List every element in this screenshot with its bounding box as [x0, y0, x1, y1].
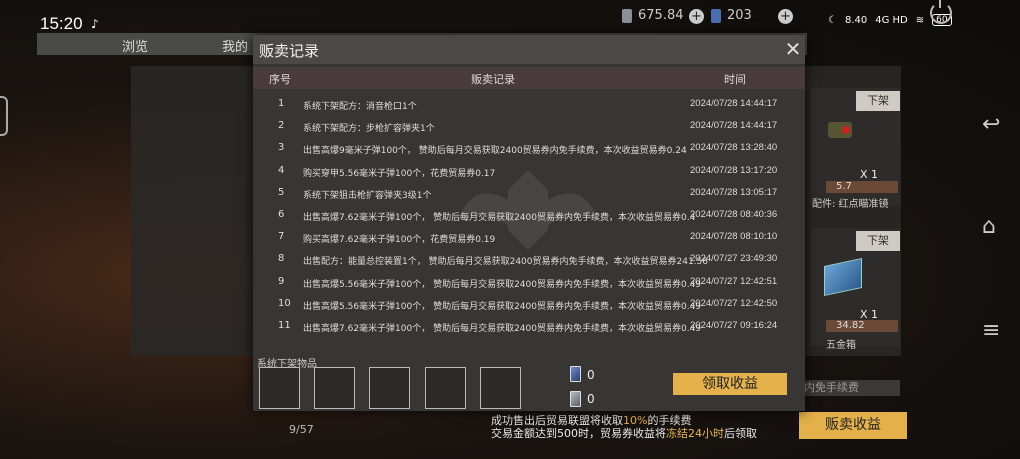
- row-no: 2: [278, 120, 285, 132]
- delist-button-2[interactable]: 下架: [856, 231, 900, 251]
- menu-icon[interactable]: ≡: [982, 318, 1000, 343]
- side-drawer-handle[interactable]: [0, 96, 8, 136]
- row-time: 2024/07/28 14:44:17: [690, 98, 778, 109]
- table-row: 5 系统下架狙击枪扩容弹夹3级1个 2024/07/28 13:05:17: [253, 182, 805, 204]
- wifi-icon: ≋: [915, 14, 925, 26]
- row-time: 2024/07/27 09:16:24: [690, 320, 778, 331]
- signal-label: 4G HD: [875, 14, 908, 26]
- delisted-slot-3[interactable]: [369, 367, 410, 409]
- delisted-slot-5[interactable]: [480, 367, 521, 409]
- row-no: 8: [278, 253, 285, 265]
- silver-coupon-icon: [622, 8, 632, 23]
- table-row: 3 出售高爆9毫米子弹100个， 赞助后每月交易获取2400贸易券内免手续费，本次…: [253, 137, 805, 159]
- silver-coupon-count: 0: [587, 392, 595, 406]
- column-header-no: 序号: [269, 73, 291, 86]
- table-row: 1 系统下架配方：消音枪口1个 2024/07/28 14:44:17: [253, 93, 805, 115]
- add-coupon-button[interactable]: +: [778, 9, 793, 24]
- row-record: 出售高爆9毫米子弹100个， 赞助后每月交易获取2400贸易券内免手续费，本次收…: [303, 146, 687, 157]
- delisted-slot-4[interactable]: [425, 367, 466, 409]
- silver-coupon-icon: [570, 391, 581, 407]
- coupon-currency: 203: [711, 8, 752, 23]
- phone-status-bar: 15:20 ♪ ☾ 8.40 4G HD ≋ 60: [0, 0, 1020, 33]
- row-record: 出售高爆7.62毫米子弹100个， 赞助后每月交易获取2400贸易券内免手续费，…: [303, 324, 702, 334]
- row-no: 6: [278, 209, 285, 220]
- listing-qty-1: X 1: [860, 168, 879, 181]
- silver-amount: 675.84: [638, 8, 684, 23]
- row-record: 系统下架配方：步枪扩容弹夹1个: [303, 124, 435, 135]
- back-icon[interactable]: ↩: [982, 112, 1000, 137]
- row-record: 系统下架狙击枪扩容弹夹3级1个: [303, 190, 432, 201]
- blue-coupon-count: 0: [587, 368, 595, 382]
- home-icon[interactable]: ⌂: [982, 214, 996, 239]
- power-icon[interactable]: [930, 0, 952, 24]
- column-header-time: 时间: [724, 73, 746, 86]
- table-row: 11 出售高爆7.62毫米子弹100个， 赞助后每月交易获取2400贸易券内免手续…: [253, 315, 805, 337]
- close-icon[interactable]: ✕: [783, 39, 803, 59]
- fee-note: 成功售出后贸易联盟将收取10%的手续费 交易金额达到500时，贸易券收益将冻结2…: [491, 414, 757, 440]
- row-no: 9: [278, 275, 285, 287]
- listing-price-1: 5.7: [826, 181, 898, 193]
- record-list[interactable]: 1 系统下架配方：消音枪口1个 2024/07/28 14:44:17 2 系统下架配方…: [253, 93, 805, 345]
- row-no: 11: [278, 320, 291, 331]
- row-no: 4: [278, 164, 285, 176]
- claim-income-button[interactable]: 领取收益: [673, 373, 787, 395]
- row-record: 购买高爆7.62毫米子弹100个，花费贸易券0.19: [303, 235, 496, 246]
- page-indicator: 9/57: [289, 423, 314, 436]
- silver-currency: 675.84: [622, 8, 684, 23]
- table-row: 9 出售高爆5.56毫米子弹100个， 赞助后每月交易获取2400贸易券内免手续费…: [253, 271, 805, 293]
- tiktok-icon: ♪: [91, 17, 99, 31]
- row-time: 2024/07/28 08:10:10: [690, 231, 778, 243]
- row-record: 出售高爆5.56毫米子弹100个， 赞助后每月交易获取2400贸易券内免手续费，…: [303, 301, 702, 312]
- moon-icon: ☾: [828, 14, 837, 26]
- sales-record-modal: 贩卖记录 ✕ 序号 贩卖记录 时间 1 系统下架配方：消音枪口1个 2024/07/…: [253, 35, 805, 411]
- row-time: 2024/07/27 12:42:50: [690, 297, 778, 309]
- delisted-slot-1[interactable]: [259, 367, 300, 409]
- row-time: 2024/07/28 14:44:17: [690, 120, 778, 132]
- row-record: 系统下架配方：消音枪口1个: [303, 102, 417, 112]
- listing-name-1: 配件: 红点瞄准镜: [812, 199, 889, 210]
- sell-income-button[interactable]: 贩卖收益: [799, 412, 907, 439]
- listing-name-2: 五金箱: [826, 340, 856, 351]
- tab-browse[interactable]: 浏览: [122, 36, 148, 55]
- table-row: 8 出售配方：能量总控装置1个， 赞助后每月交易获取2400贸易券内免手续费，本次…: [253, 248, 805, 270]
- add-coupon-wrap: +: [778, 9, 793, 24]
- coupon-amount: 203: [727, 8, 752, 23]
- table-row: 6 出售高爆7.62毫米子弹100个， 赞助后每月交易获取2400贸易券内免手续费…: [253, 204, 805, 226]
- add-silver-wrap: +: [689, 9, 704, 24]
- row-time: 2024/07/28 08:40:36: [690, 209, 778, 220]
- row-record: 出售高爆5.56毫米子弹100个， 赞助后每月交易获取2400贸易券内免手续费，…: [303, 279, 702, 290]
- table-row: 4 购买穿甲5.56毫米子弹100个，花费贸易券0.17 2024/07/28 13…: [253, 160, 805, 182]
- row-record: 出售高爆7.62毫米子弹100个， 赞助后每月交易获取2400贸易券内免手续费，…: [303, 213, 696, 223]
- blue-coupon-icon: [711, 8, 721, 23]
- network-speed: 8.40: [844, 14, 868, 26]
- row-time: 2024/07/28 13:17:20: [690, 164, 778, 176]
- row-no: 7: [278, 231, 285, 243]
- row-time: 2024/07/28 13:28:40: [690, 142, 778, 154]
- column-header-record: 贩卖记录: [471, 73, 515, 86]
- red-dot-sight-icon: [828, 122, 852, 138]
- row-time: 2024/07/28 13:05:17: [690, 186, 778, 198]
- row-time: 2024/07/27 12:42:51: [690, 275, 778, 287]
- table-header: 序号 贩卖记录 时间: [253, 67, 805, 89]
- row-record: 出售配方：能量总控装置1个， 赞助后每月交易获取2400贸易券内免手续费，本次收…: [303, 257, 708, 268]
- modal-header: 贩卖记录 ✕: [253, 35, 805, 64]
- blue-coupon-icon: [570, 366, 581, 382]
- add-silver-button[interactable]: +: [689, 9, 704, 24]
- row-no: 5: [278, 186, 285, 198]
- delisted-slot-2[interactable]: [314, 367, 355, 409]
- row-no: 10: [278, 297, 291, 309]
- modal-title: 贩卖记录: [259, 42, 320, 60]
- table-row: 7 购买高爆7.62毫米子弹100个，花费贸易券0.19 2024/07/28 08…: [253, 226, 805, 248]
- table-row: 2 系统下架配方：步枪扩容弹夹1个 2024/07/28 14:44:17: [253, 115, 805, 137]
- clock: 15:20: [40, 14, 83, 33]
- tab-mine[interactable]: 我的: [222, 36, 248, 55]
- delist-button-1[interactable]: 下架: [856, 91, 900, 111]
- row-record: 购买穿甲5.56毫米子弹100个，花费贸易券0.17: [303, 168, 496, 179]
- table-row: 10 出售高爆5.56毫米子弹100个， 赞助后每月交易获取2400贸易券内免手续…: [253, 293, 805, 315]
- row-time: 2024/07/27 23:49:30: [690, 253, 778, 265]
- row-no: 3: [278, 142, 285, 154]
- listing-price-2: 34.82: [826, 320, 898, 332]
- row-no: 1: [278, 98, 285, 109]
